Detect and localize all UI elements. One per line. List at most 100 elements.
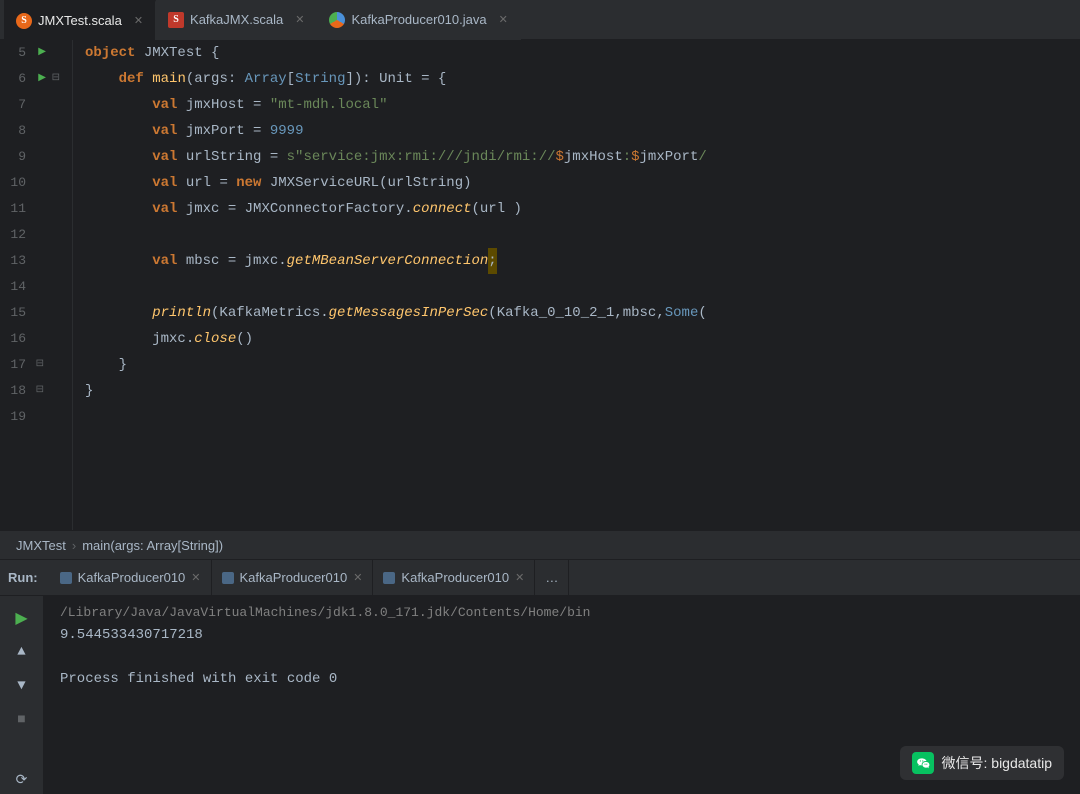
type-unit: Unit	[379, 66, 413, 92]
run-tabs-bar: Run: KafkaProducer010 ✕ KafkaProducer010…	[0, 560, 1080, 596]
run-rerun-button[interactable]: ⟳	[8, 766, 36, 794]
code-line-16: jmxc.close()	[85, 326, 1080, 352]
kw-val-10: val	[152, 170, 177, 196]
run-tab-2[interactable]: KafkaProducer010 ✕	[212, 560, 374, 596]
code-line-6: def main (args: Array [ String ]): Unit …	[85, 66, 1080, 92]
tab-label-jmxtest: JMXTest.scala	[38, 13, 122, 28]
code-line-8: val jmxPort = 9999	[85, 118, 1080, 144]
run-tab-close-1[interactable]: ✕	[191, 571, 200, 584]
code-line-19	[85, 404, 1080, 430]
gutter-row-16: 16	[0, 326, 64, 352]
code-line-14	[85, 274, 1080, 300]
breadcrumb-class[interactable]: JMXTest	[16, 538, 66, 553]
run-stop-button[interactable]: ■	[8, 706, 36, 734]
kw-def-6: def	[119, 66, 144, 92]
method-getmessages: getMessagesInPerSec	[329, 300, 489, 326]
gutter-row-13: 13	[0, 248, 64, 274]
breadcrumb: JMXTest › main(args: Array[String])	[0, 530, 1080, 560]
tab-close-jmxtest[interactable]: ✕	[134, 14, 143, 27]
code-line-11: val jmxc = JMXConnectorFactory.connect(u…	[85, 196, 1080, 222]
code-line-10: val url = new JMXServiceURL(urlString)	[85, 170, 1080, 196]
tab-close-kafkajmx[interactable]: ✕	[295, 13, 304, 26]
output-line-blank	[60, 646, 1064, 668]
line-num-6: 6	[0, 66, 30, 92]
run-tab-close-2[interactable]: ✕	[353, 571, 362, 584]
kw-val-9: val	[152, 144, 177, 170]
tab-bar: S JMXTest.scala ✕ S KafkaJMX.scala ✕ Kaf…	[0, 0, 1080, 40]
gutter-row-6: 6 ▶ ⊟	[0, 66, 64, 92]
gutter-row-18: 18 ⊟	[0, 378, 64, 404]
kw-val-13: val	[152, 248, 177, 274]
code-editor[interactable]: object JMXTest { def main (args: Array […	[73, 40, 1080, 530]
str-hostname: "mt-mdh.local"	[270, 92, 388, 118]
method-connect: connect	[413, 196, 472, 222]
gutter-row-15: 15	[0, 300, 64, 326]
breadcrumb-separator: ›	[72, 538, 76, 553]
kw-val-7: val	[152, 92, 177, 118]
code-line-5: object JMXTest {	[85, 40, 1080, 66]
fold-icon-18[interactable]: ⊟	[32, 378, 44, 404]
run-tab-more[interactable]: …	[535, 560, 569, 596]
method-getmbean: getMBeanServerConnection	[287, 248, 489, 274]
scala-orange-icon: S	[16, 13, 32, 29]
type-string: String	[295, 66, 345, 92]
run-sidebar: ▶ ▲ ▼ ■ ⟳	[0, 596, 44, 794]
scala-red-icon: S	[168, 12, 184, 28]
run-tab-1[interactable]: KafkaProducer010 ✕	[50, 560, 212, 596]
kw-object: object	[85, 40, 135, 66]
code-line-9: val urlString = s"service:jmx:rmi:///jnd…	[85, 144, 1080, 170]
run-up-button[interactable]: ▲	[8, 638, 36, 666]
kw-val-8: val	[152, 118, 177, 144]
breadcrumb-method[interactable]: main(args: Array[String])	[82, 538, 223, 553]
fold-minus-6[interactable]: ⊟	[48, 66, 60, 92]
wechat-icon	[912, 752, 934, 774]
run-down-button[interactable]: ▼	[8, 672, 36, 700]
run-tab-label-3: KafkaProducer010	[401, 570, 509, 585]
tab-label-kafkaproducer: KafkaProducer010.java	[351, 12, 486, 27]
run-tab-label-1: KafkaProducer010	[78, 570, 186, 585]
str-url: s"service:jmx:rmi:///jndi/rmi://	[287, 144, 556, 170]
run-tab-icon-1	[60, 572, 72, 584]
method-close: close	[194, 326, 236, 352]
run-tab-3[interactable]: KafkaProducer010 ✕	[373, 560, 535, 596]
gutter-row-11: 11	[0, 196, 64, 222]
gutter-row-12: 12	[0, 222, 64, 248]
gutter-row-7: 7	[0, 92, 64, 118]
run-play-button[interactable]: ▶	[8, 604, 36, 632]
kw-new: new	[236, 170, 261, 196]
run-tab-close-3[interactable]: ✕	[515, 571, 524, 584]
watermark-text: 微信号: bigdatatip	[942, 753, 1053, 773]
tab-kafkajmx[interactable]: S KafkaJMX.scala ✕	[156, 0, 317, 40]
run-tab-label-2: KafkaProducer010	[240, 570, 348, 585]
type-array: Array	[245, 66, 287, 92]
run-tab-icon-3	[383, 572, 395, 584]
kw-val-11: val	[152, 196, 177, 222]
tab-kafkaproducer[interactable]: KafkaProducer010.java ✕	[317, 0, 520, 40]
run-icon-6[interactable]: ▶	[34, 66, 46, 92]
gutter-row-8: 8	[0, 118, 64, 144]
code-line-17: }	[85, 352, 1080, 378]
output-line-path: /Library/Java/JavaVirtualMachines/jdk1.8…	[60, 602, 1064, 624]
line-num-5: 5	[0, 40, 30, 66]
gutter-row-10: 10	[0, 170, 64, 196]
code-line-15: println(KafkaMetrics.getMessagesInPerSec…	[85, 300, 1080, 326]
fold-icon-17[interactable]: ⊟	[32, 352, 44, 378]
code-line-18: }	[85, 378, 1080, 404]
run-panel: Run: KafkaProducer010 ✕ KafkaProducer010…	[0, 560, 1080, 794]
java-icon	[329, 12, 345, 28]
tab-jmxtest[interactable]: S JMXTest.scala ✕	[4, 0, 156, 40]
tab-close-kafkaproducer[interactable]: ✕	[499, 13, 508, 26]
gutter-row-17: 17 ⊟	[0, 352, 64, 378]
gutter-row-19: 19	[0, 404, 64, 430]
run-icon-5[interactable]: ▶	[34, 40, 46, 66]
method-println: println	[152, 300, 211, 326]
run-label: Run:	[8, 570, 38, 585]
code-line-7: val jmxHost = "mt-mdh.local"	[85, 92, 1080, 118]
run-tab-icon-2	[222, 572, 234, 584]
type-some: Some	[665, 300, 699, 326]
gutter-row-5: 5 ▶	[0, 40, 64, 66]
gutter-row-9: 9	[0, 144, 64, 170]
output-line-result: 9.544533430717218	[60, 624, 1064, 646]
editor-area: 5 ▶ 6 ▶ ⊟ 7 8 9 10 11 12 13	[0, 40, 1080, 530]
gutter-row-14: 14	[0, 274, 64, 300]
